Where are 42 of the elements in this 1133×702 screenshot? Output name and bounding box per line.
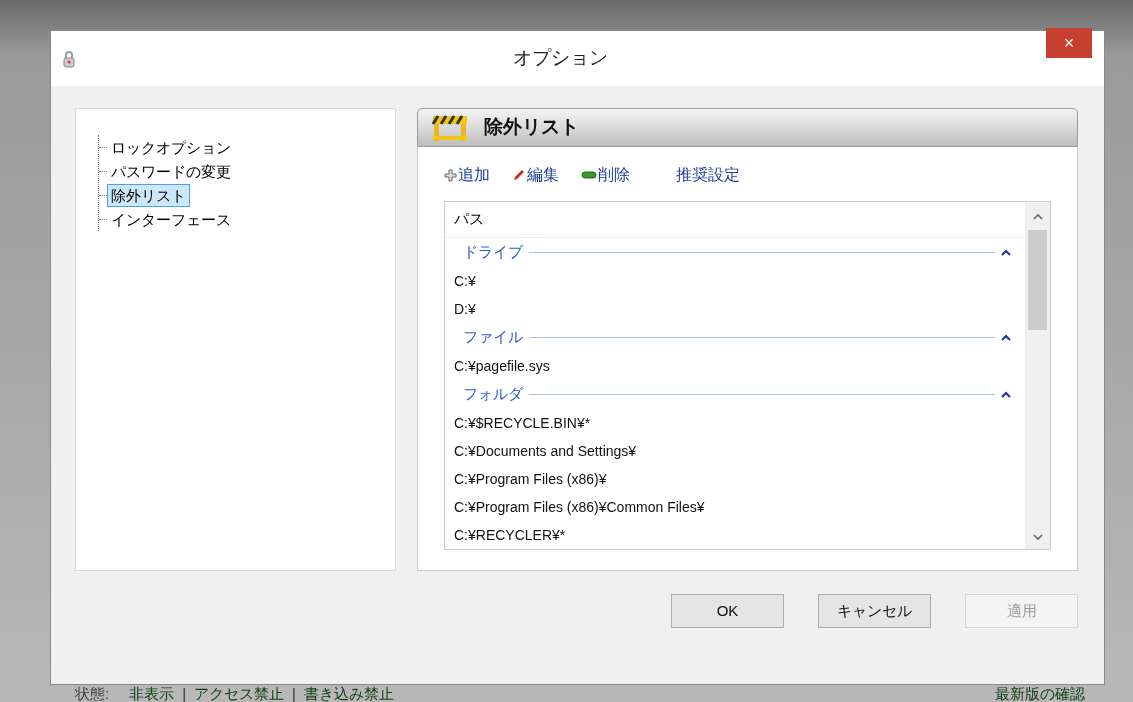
path-row[interactable]: D:¥ [445,295,1025,323]
dialog-button[interactable]: キャンセル [818,594,931,628]
tree-item[interactable]: 除外リスト [107,183,190,207]
scrollbar[interactable] [1025,202,1050,549]
minus-icon [581,171,597,179]
collapse-icon[interactable] [1001,249,1011,256]
path-row[interactable]: C:¥Program Files (x86)¥ [445,465,1025,493]
toolbar-link[interactable]: 削除 [581,163,630,187]
tree-item[interactable]: インターフェース [107,207,235,231]
path-row[interactable]: C:¥Program Files (x86)¥Common Files¥ [445,493,1025,521]
close-button[interactable]: × [1046,28,1092,58]
path-row[interactable]: C:¥pagefile.sys [445,352,1025,380]
panel-title: 除外リスト [484,115,579,140]
group-header: ドライブ [463,242,523,263]
update-link[interactable]: 最新版の確認 [995,685,1085,702]
window-title: オプション [512,46,609,71]
status-link[interactable]: 非表示 [129,685,175,702]
toolbar-link[interactable]: 追加 [444,163,490,187]
collapse-icon[interactable] [1001,391,1011,398]
toolbar-link[interactable]: 推奨設定 [676,163,740,187]
collapse-icon[interactable] [1001,334,1011,341]
tree-item[interactable]: パスワードの変更 [107,159,235,183]
scroll-thumb[interactable] [1028,230,1047,330]
tree-item[interactable]: ロックオプション [107,135,235,159]
lock-icon [63,49,75,68]
group-header: ファイル [463,327,523,348]
status-link[interactable]: 書き込み禁止 [304,685,394,702]
path-row[interactable]: C:¥Documents and Settings¥ [445,437,1025,465]
group-header: フォルダ [463,384,523,405]
column-header: パス [445,202,1025,238]
toolbar-link[interactable]: 編集 [512,163,559,187]
path-row[interactable]: C:¥ [445,267,1025,295]
path-row[interactable]: C:¥RECYCLER¥* [445,521,1025,549]
path-row[interactable]: C:¥$RECYCLE.BIN¥* [445,409,1025,437]
status-link[interactable]: アクセス禁止 [194,685,285,702]
dialog-button[interactable]: OK [671,594,784,628]
status-separator: | [182,685,187,702]
plus-icon [444,168,457,182]
status-separator: | [292,685,296,702]
status-label: 状態: [75,685,110,702]
pencil-icon [512,168,526,182]
barrier-icon [432,113,468,142]
